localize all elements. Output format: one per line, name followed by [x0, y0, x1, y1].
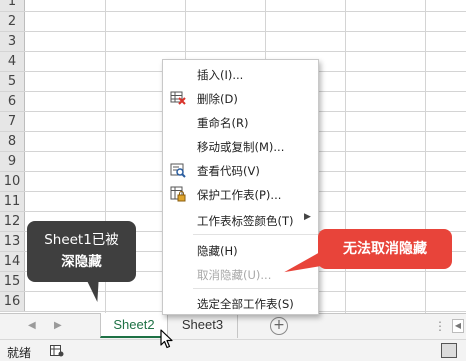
row-number[interactable]: 2	[0, 12, 25, 31]
row-number[interactable]: 9	[0, 152, 25, 171]
sheet-tab-sheet3[interactable]: Sheet3	[168, 313, 238, 338]
scroll-tabs-right-icon[interactable]: ▶	[54, 320, 62, 331]
grid-row[interactable]: 1	[0, 0, 466, 12]
add-sheet-button[interactable]: +	[270, 317, 288, 335]
row-number[interactable]: 4	[0, 52, 25, 71]
sheet-tab-bar: ◀ ▶ Sheet2 Sheet3 + ⋮ ◀	[0, 313, 466, 339]
status-ready-text: 就绪	[7, 346, 32, 360]
menu-item-move-copy[interactable]: 移动或复制(M)...	[163, 134, 318, 158]
menu-item-insert[interactable]: 插入(I)...	[163, 62, 318, 86]
menu-item-label: 删除(D)	[197, 92, 238, 106]
menu-item-label: 保护工作表(P)...	[197, 188, 282, 202]
scroll-tabs-left-icon[interactable]: ◀	[28, 320, 36, 331]
view-code-icon	[170, 162, 186, 178]
menu-item-hide[interactable]: 隐藏(H)	[163, 238, 318, 262]
row-number[interactable]: 5	[0, 72, 25, 91]
row-number[interactable]: 1	[0, 0, 25, 11]
row-number[interactable]: 15	[0, 272, 25, 291]
row-number[interactable]: 3	[0, 32, 25, 51]
row-number[interactable]: 7	[0, 112, 25, 131]
row-number[interactable]: 13	[0, 232, 25, 251]
status-bar: 就绪	[0, 339, 466, 361]
menu-item-delete[interactable]: 删除(D)	[163, 86, 318, 110]
row-number[interactable]: 6	[0, 92, 25, 111]
tab-bar-more-icon[interactable]: ⋮	[434, 319, 446, 333]
submenu-arrow-icon: ▶	[304, 212, 311, 222]
delete-sheet-icon	[170, 90, 186, 106]
menu-separator	[193, 288, 318, 289]
row-number[interactable]: 11	[0, 192, 25, 211]
row-number[interactable]: 14	[0, 252, 25, 271]
menu-item-select-all-sheets[interactable]: 选定全部工作表(S)	[163, 291, 318, 315]
callout-line: Sheet1已被	[44, 232, 119, 248]
sheet-tab-sheet2[interactable]: Sheet2	[100, 313, 168, 338]
row-number[interactable]: 10	[0, 172, 25, 191]
protect-sheet-icon	[170, 186, 186, 202]
menu-item-label: 移动或复制(M)...	[197, 140, 285, 154]
menu-item-label: 选定全部工作表(S)	[197, 297, 294, 311]
menu-separator	[193, 234, 318, 235]
cannot-unhide-callout: 无法取消隐藏	[318, 229, 452, 269]
horizontal-scroll-left-button[interactable]: ◀	[452, 319, 464, 333]
menu-item-label: 重命名(R)	[197, 116, 249, 130]
menu-item-view-code[interactable]: 查看代码(V)	[163, 158, 318, 182]
normal-view-icon[interactable]	[441, 343, 457, 358]
grid-row[interactable]: 3	[0, 32, 466, 52]
menu-item-label: 插入(I)...	[197, 68, 244, 82]
menu-item-label: 隐藏(H)	[197, 244, 238, 258]
row-number[interactable]: 12	[0, 212, 25, 231]
grid-row[interactable]: 2	[0, 12, 466, 32]
callout-line: 深隐藏	[61, 254, 102, 270]
menu-item-protect-sheet[interactable]: 保护工作表(P)...	[163, 182, 318, 206]
menu-item-label: 取消隐藏(U)...	[197, 268, 272, 282]
macro-recording-icon[interactable]	[50, 345, 64, 360]
menu-item-tab-color[interactable]: 工作表标签颜色(T) ▶	[163, 208, 318, 232]
row-number[interactable]: 16	[0, 292, 25, 311]
row-number[interactable]: 8	[0, 132, 25, 151]
menu-item-label: 查看代码(V)	[197, 164, 260, 178]
sheet-tab-context-menu: 插入(I)... 删除(D) 重命名(R) 移动或复制(M)... 查看代码(V…	[162, 59, 319, 315]
menu-item-rename[interactable]: 重命名(R)	[163, 110, 318, 134]
deep-hidden-callout: Sheet1已被 深隐藏	[27, 221, 136, 282]
mouse-cursor-icon	[160, 329, 174, 352]
menu-item-label: 工作表标签颜色(T)	[197, 214, 294, 228]
